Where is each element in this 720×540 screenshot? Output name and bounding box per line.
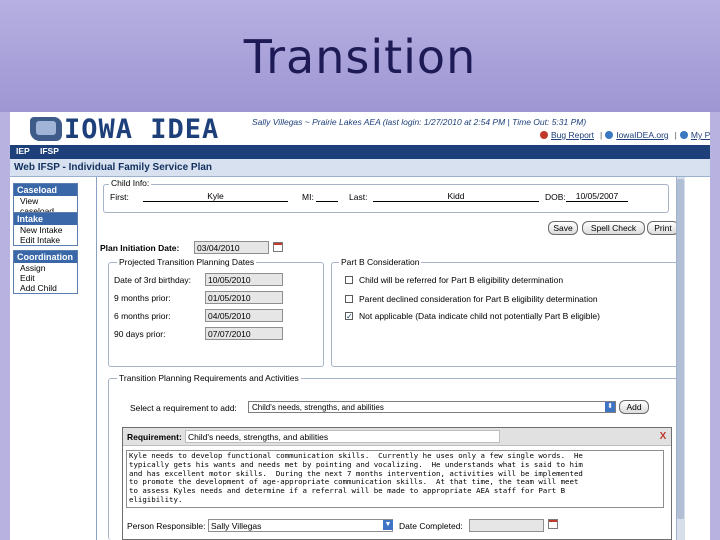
my-page-link[interactable]: My P bbox=[691, 130, 710, 140]
nine-months-prior-label: 9 months prior: bbox=[114, 293, 171, 303]
part-b-declined-label: Parent declined consideration for Part B… bbox=[359, 294, 598, 304]
sidebar: Caseload View caseload Intake New Intake… bbox=[10, 177, 96, 540]
chevron-down-icon[interactable]: ▼ bbox=[383, 520, 393, 530]
requirements-legend: Transition Planning Requirements and Act… bbox=[117, 373, 301, 383]
user-icon bbox=[679, 131, 688, 139]
page-title: Web IFSP - Individual Family Service Pla… bbox=[10, 159, 710, 177]
iowa-map-logo-highlight bbox=[36, 121, 56, 135]
calendar-icon[interactable] bbox=[273, 242, 283, 252]
sidebar-heading-caseload: Caseload bbox=[14, 184, 77, 196]
user-session-info: Sally Villegas ~ Prairie Lakes AEA (last… bbox=[252, 117, 587, 127]
scrollbar-thumb[interactable] bbox=[677, 179, 684, 519]
part-b-legend: Part B Consideration bbox=[339, 257, 422, 267]
iowaidea-org-link[interactable]: IowaIDEA.org bbox=[616, 130, 668, 140]
sidebar-item-new-intake[interactable]: New Intake bbox=[14, 225, 77, 235]
slide-left-border bbox=[0, 112, 10, 540]
ninety-days-prior-input[interactable]: 07/07/2010 bbox=[205, 327, 283, 340]
sidebar-section-intake: Intake New Intake Edit Intake bbox=[13, 212, 78, 246]
nav-item-iep[interactable]: IEP bbox=[16, 146, 30, 156]
link-separator: | bbox=[600, 130, 603, 140]
part-b-referral-label: Child will be referred for Part B eligib… bbox=[359, 275, 564, 285]
select-arrow-icon[interactable]: ⬍ bbox=[605, 402, 615, 412]
part-b-not-applicable-label: Not applicable (Data indicate child not … bbox=[359, 311, 600, 321]
middle-initial-value bbox=[316, 191, 338, 202]
slide-right-border bbox=[710, 112, 720, 540]
globe-icon bbox=[605, 131, 614, 139]
print-button[interactable]: Print bbox=[647, 221, 679, 235]
sidebar-heading-intake: Intake bbox=[14, 213, 77, 225]
first-name-label: First: bbox=[110, 192, 129, 202]
slide-title: Transition bbox=[243, 30, 477, 84]
app-header: IOWA IDEA Sally Villegas ~ Prairie Lakes… bbox=[10, 112, 710, 145]
close-icon[interactable]: X bbox=[658, 432, 668, 442]
third-birthday-label: Date of 3rd birthday: bbox=[114, 275, 192, 285]
sidebar-item-add-child[interactable]: Add Child bbox=[14, 283, 77, 293]
six-months-prior-label: 6 months prior: bbox=[114, 311, 171, 321]
app-screenshot: IOWA IDEA Sally Villegas ~ Prairie Lakes… bbox=[10, 112, 710, 540]
sidebar-item-edit[interactable]: Edit bbox=[14, 273, 77, 283]
child-info-legend: Child Info: bbox=[109, 178, 152, 188]
calendar-icon[interactable] bbox=[548, 519, 558, 529]
nine-months-prior-input[interactable]: 01/05/2010 bbox=[205, 291, 283, 304]
sidebar-item-assign[interactable]: Assign bbox=[14, 263, 77, 273]
last-name-value: Kidd bbox=[373, 191, 539, 202]
date-completed-label: Date Completed: bbox=[399, 521, 463, 531]
save-button[interactable]: Save bbox=[548, 221, 578, 235]
main-content: Child Info: First: Kyle MI: Last: Kidd D… bbox=[96, 177, 679, 540]
requirement-text-area[interactable]: Kyle needs to develop functional communi… bbox=[126, 450, 664, 508]
sidebar-heading-coordination: Coordination bbox=[14, 251, 77, 263]
first-name-value: Kyle bbox=[143, 191, 288, 202]
middle-initial-label: MI: bbox=[302, 192, 314, 202]
ninety-days-prior-label: 90 days prior: bbox=[114, 329, 166, 339]
person-responsible-label: Person Responsible: bbox=[127, 521, 206, 531]
requirement-select[interactable]: Child's needs, strengths, and abilities bbox=[248, 401, 616, 413]
bug-report-link[interactable]: Bug Report bbox=[551, 130, 594, 140]
sidebar-section-coordination: Coordination Assign Edit Add Child bbox=[13, 250, 78, 294]
nav-item-ifsp[interactable]: IFSP bbox=[40, 146, 59, 156]
six-months-prior-input[interactable]: 04/05/2010 bbox=[205, 309, 283, 322]
transition-dates-legend: Projected Transition Planning Dates bbox=[117, 257, 257, 267]
sidebar-item-edit-intake[interactable]: Edit Intake bbox=[14, 235, 77, 245]
plan-initiation-label: Plan Initiation Date: bbox=[100, 243, 180, 253]
third-birthday-input[interactable]: 10/05/2010 bbox=[205, 273, 283, 286]
requirement-header: Requirement: Child's needs, strengths, a… bbox=[123, 428, 671, 446]
add-requirement-button[interactable]: Add bbox=[619, 400, 649, 414]
requirement-label: Requirement: bbox=[127, 432, 182, 442]
app-logo[interactable]: IOWA IDEA bbox=[64, 114, 219, 145]
dob-label: DOB: bbox=[545, 192, 566, 202]
spell-check-button[interactable]: Spell Check bbox=[582, 221, 645, 235]
person-responsible-select[interactable]: Sally Villegas bbox=[208, 519, 393, 532]
date-completed-input[interactable] bbox=[469, 519, 544, 532]
dob-value: 10/05/2007 bbox=[566, 191, 628, 202]
part-b-not-applicable-checkbox[interactable]: ✓ bbox=[345, 312, 353, 321]
requirement-value: Child's needs, strengths, and abilities bbox=[185, 430, 500, 443]
part-b-referral-checkbox[interactable] bbox=[345, 276, 353, 284]
part-b-declined-checkbox[interactable] bbox=[345, 295, 353, 303]
bug-icon bbox=[540, 131, 548, 139]
plan-initiation-input[interactable]: 03/04/2010 bbox=[194, 241, 269, 254]
link-separator: | bbox=[674, 130, 677, 140]
main-nav: IEP IFSP bbox=[10, 145, 710, 159]
select-requirement-label: Select a requirement to add: bbox=[130, 403, 237, 413]
header-links: Bug Report | IowaIDEA.org | My P bbox=[540, 130, 710, 140]
requirement-panel: Requirement: Child's needs, strengths, a… bbox=[122, 427, 672, 540]
last-name-label: Last: bbox=[349, 192, 368, 202]
